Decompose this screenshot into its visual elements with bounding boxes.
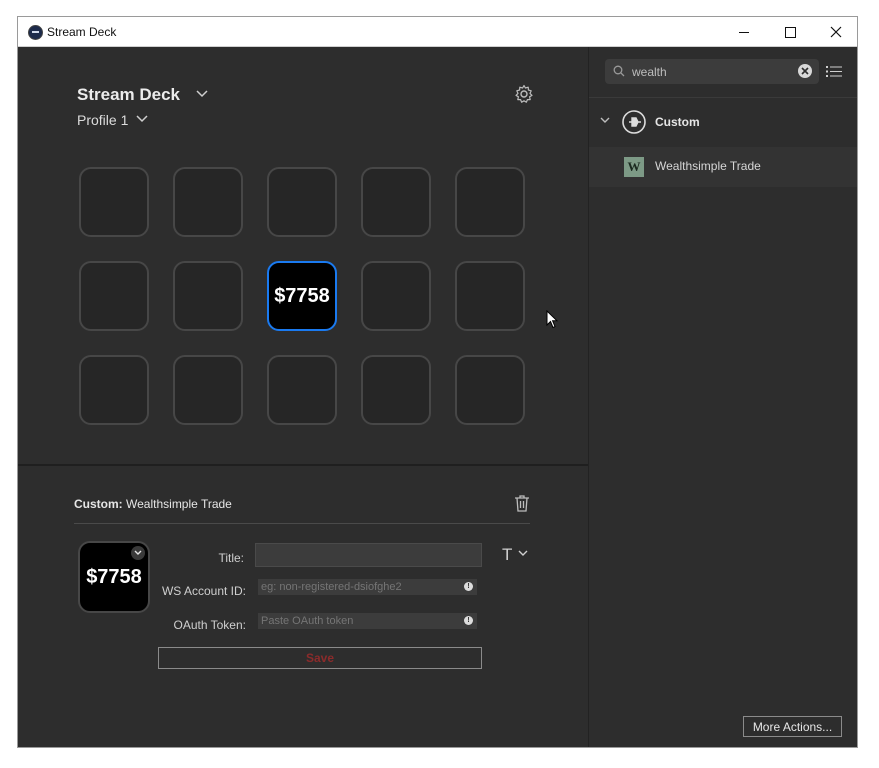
key-slot[interactable] — [79, 167, 149, 237]
search-rule — [589, 97, 857, 98]
pane-divider — [18, 464, 589, 466]
search-icon — [613, 65, 625, 77]
maximize-button[interactable] — [767, 17, 813, 47]
key-slot[interactable] — [361, 261, 431, 331]
maximize-icon — [784, 26, 796, 38]
list-view-icon[interactable] — [826, 65, 842, 78]
inspector-category: Custom: — [74, 497, 123, 511]
close-icon — [830, 26, 842, 38]
plugin-icon — [622, 110, 646, 134]
key-slot[interactable] — [173, 355, 243, 425]
profile-selector[interactable]: Profile 1 — [77, 112, 128, 128]
canvas-pane: Stream Deck Profile 1 $7758 Custom: Weal… — [18, 47, 589, 747]
key-slot-wealthsimple[interactable]: $7758 — [267, 261, 337, 331]
more-actions-button[interactable]: More Actions... — [743, 716, 842, 737]
font-settings-icon[interactable]: T — [502, 545, 512, 565]
account-id-input[interactable] — [258, 579, 477, 595]
action-item-wealthsimple-trade[interactable]: W Wealthsimple Trade — [589, 147, 857, 187]
key-slot[interactable] — [455, 167, 525, 237]
stream-deck-app-icon — [28, 25, 43, 40]
save-button[interactable]: Save — [158, 647, 482, 669]
oauth-token-info-icon[interactable]: ! — [464, 616, 473, 625]
chevron-down-icon[interactable] — [196, 90, 208, 98]
chevron-down-icon[interactable] — [518, 550, 528, 557]
oauth-token-input[interactable] — [258, 613, 477, 629]
chevron-down-icon — [600, 117, 610, 123]
key-slot[interactable] — [79, 355, 149, 425]
key-slot[interactable] — [173, 167, 243, 237]
key-slot[interactable] — [173, 261, 243, 331]
title-input[interactable] — [255, 543, 482, 567]
key-slot[interactable] — [361, 167, 431, 237]
wealthsimple-logo-icon: W — [624, 157, 644, 177]
inspector-action-name: Wealthsimple Trade — [126, 497, 232, 511]
gear-icon[interactable] — [514, 84, 534, 104]
clear-search-button[interactable] — [798, 64, 812, 78]
action-search[interactable]: wealth — [605, 59, 819, 84]
device-selector[interactable]: Stream Deck — [77, 85, 180, 105]
search-input[interactable]: wealth — [632, 65, 667, 79]
category-custom[interactable]: Custom — [589, 105, 857, 139]
key-slot[interactable] — [455, 355, 525, 425]
category-label: Custom — [655, 115, 700, 129]
inspector-heading: Custom: Wealthsimple Trade — [74, 497, 232, 511]
key-title: $7758 — [274, 284, 330, 307]
action-item-label: Wealthsimple Trade — [655, 159, 761, 173]
title-bar: Stream Deck — [18, 17, 857, 47]
close-button[interactable] — [813, 17, 857, 47]
minimize-button[interactable] — [721, 17, 767, 47]
actions-panel: wealth Custom W Wealthsimple Trade More … — [589, 47, 857, 747]
key-slot[interactable] — [455, 261, 525, 331]
mouse-cursor-icon — [546, 310, 558, 329]
key-slot[interactable] — [361, 355, 431, 425]
minimize-icon — [739, 31, 749, 33]
account-id-label: WS Account ID: — [161, 584, 246, 598]
key-slot[interactable] — [267, 355, 337, 425]
title-label: Title: — [218, 551, 244, 565]
oauth-token-label: OAuth Token: — [173, 618, 247, 632]
key-slot[interactable] — [267, 167, 337, 237]
trash-icon[interactable] — [514, 494, 530, 512]
key-slot[interactable] — [79, 261, 149, 331]
chevron-down-icon[interactable] — [136, 115, 148, 123]
clear-icon — [801, 67, 809, 75]
window-title: Stream Deck — [47, 25, 117, 39]
account-id-info-icon[interactable]: ! — [464, 582, 473, 591]
inspector-rule — [74, 523, 530, 524]
app-window: Stream Deck Stream Deck Profile 1 $7758 … — [17, 16, 858, 748]
